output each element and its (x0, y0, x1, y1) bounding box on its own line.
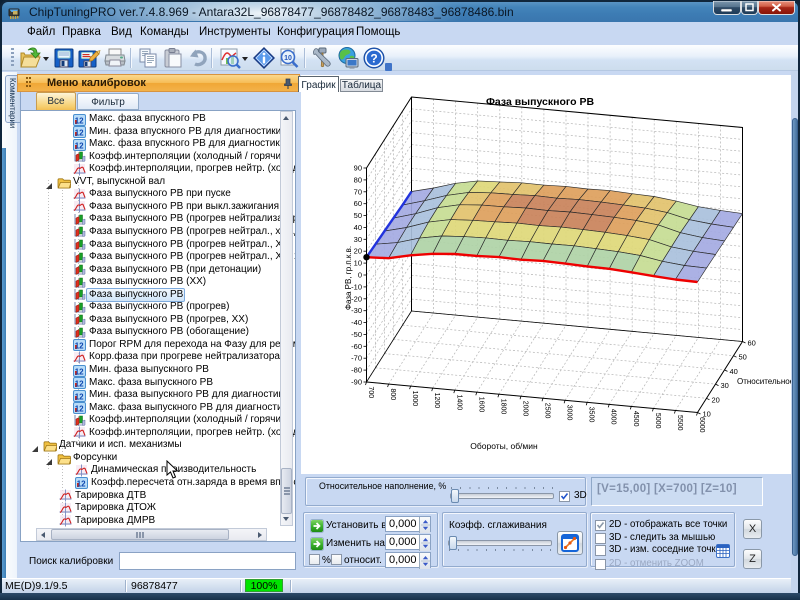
svg-text:Фаза РВ, гр.п.к.в.: Фаза РВ, гр.п.к.в. (344, 246, 353, 310)
svg-text:Относительное н: Относительное н (737, 377, 791, 386)
svg-text:12: 12 (75, 367, 84, 376)
svg-text:1000: 1000 (411, 391, 418, 407)
svg-text:90: 90 (354, 164, 362, 173)
svg-text:12: 12 (75, 342, 84, 351)
svg-text:3500: 3500 (588, 407, 595, 423)
svg-text:-40: -40 (351, 318, 362, 327)
svg-text:5000: 5000 (654, 413, 661, 429)
svg-text:10: 10 (354, 259, 362, 268)
svg-text:20: 20 (354, 247, 362, 256)
svg-text:10: 10 (284, 55, 292, 62)
svg-text:5500: 5500 (676, 415, 683, 431)
svg-text:-90: -90 (351, 378, 362, 387)
svg-text:700: 700 (367, 387, 374, 399)
svg-text:1800: 1800 (499, 399, 506, 415)
svg-text:20: 20 (712, 395, 720, 404)
svg-text:1400: 1400 (455, 395, 462, 411)
svg-text:40: 40 (730, 367, 738, 376)
svg-text:30: 30 (721, 381, 729, 390)
svg-text:Обороты, об/мин: Обороты, об/мин (470, 441, 538, 451)
svg-text:12: 12 (75, 141, 84, 150)
svg-text:-80: -80 (351, 366, 362, 375)
svg-text:?: ? (370, 52, 377, 66)
svg-text:50: 50 (354, 211, 362, 220)
svg-text:-70: -70 (351, 354, 362, 363)
svg-text:0: 0 (358, 271, 362, 280)
svg-text:40: 40 (354, 223, 362, 232)
svg-text:10: 10 (703, 410, 711, 419)
svg-text:12: 12 (75, 405, 84, 414)
svg-text:12: 12 (75, 380, 84, 389)
svg-text:1200: 1200 (433, 393, 440, 409)
svg-text:30: 30 (354, 235, 362, 244)
svg-text:4500: 4500 (632, 411, 639, 427)
svg-text:12: 12 (77, 480, 86, 489)
svg-text:4000: 4000 (610, 409, 617, 425)
svg-text:-60: -60 (351, 342, 362, 351)
svg-text:12: 12 (75, 392, 84, 401)
svg-text:12: 12 (75, 129, 84, 138)
svg-text:50: 50 (739, 353, 747, 362)
svg-text:3000: 3000 (566, 405, 573, 421)
svg-text:2500: 2500 (544, 403, 551, 419)
svg-text:800: 800 (389, 389, 396, 401)
svg-text:6000: 6000 (698, 417, 705, 433)
svg-text:60: 60 (748, 339, 756, 348)
svg-text:2000: 2000 (522, 401, 529, 417)
svg-text:12: 12 (75, 116, 84, 125)
svg-text:Фаза выпускного РВ: Фаза выпускного РВ (486, 96, 595, 108)
svg-text:1600: 1600 (477, 397, 484, 413)
svg-text:70: 70 (354, 187, 362, 196)
svg-text:60: 60 (354, 199, 362, 208)
svg-text:-50: -50 (351, 330, 362, 339)
svg-text:80: 80 (354, 175, 362, 184)
